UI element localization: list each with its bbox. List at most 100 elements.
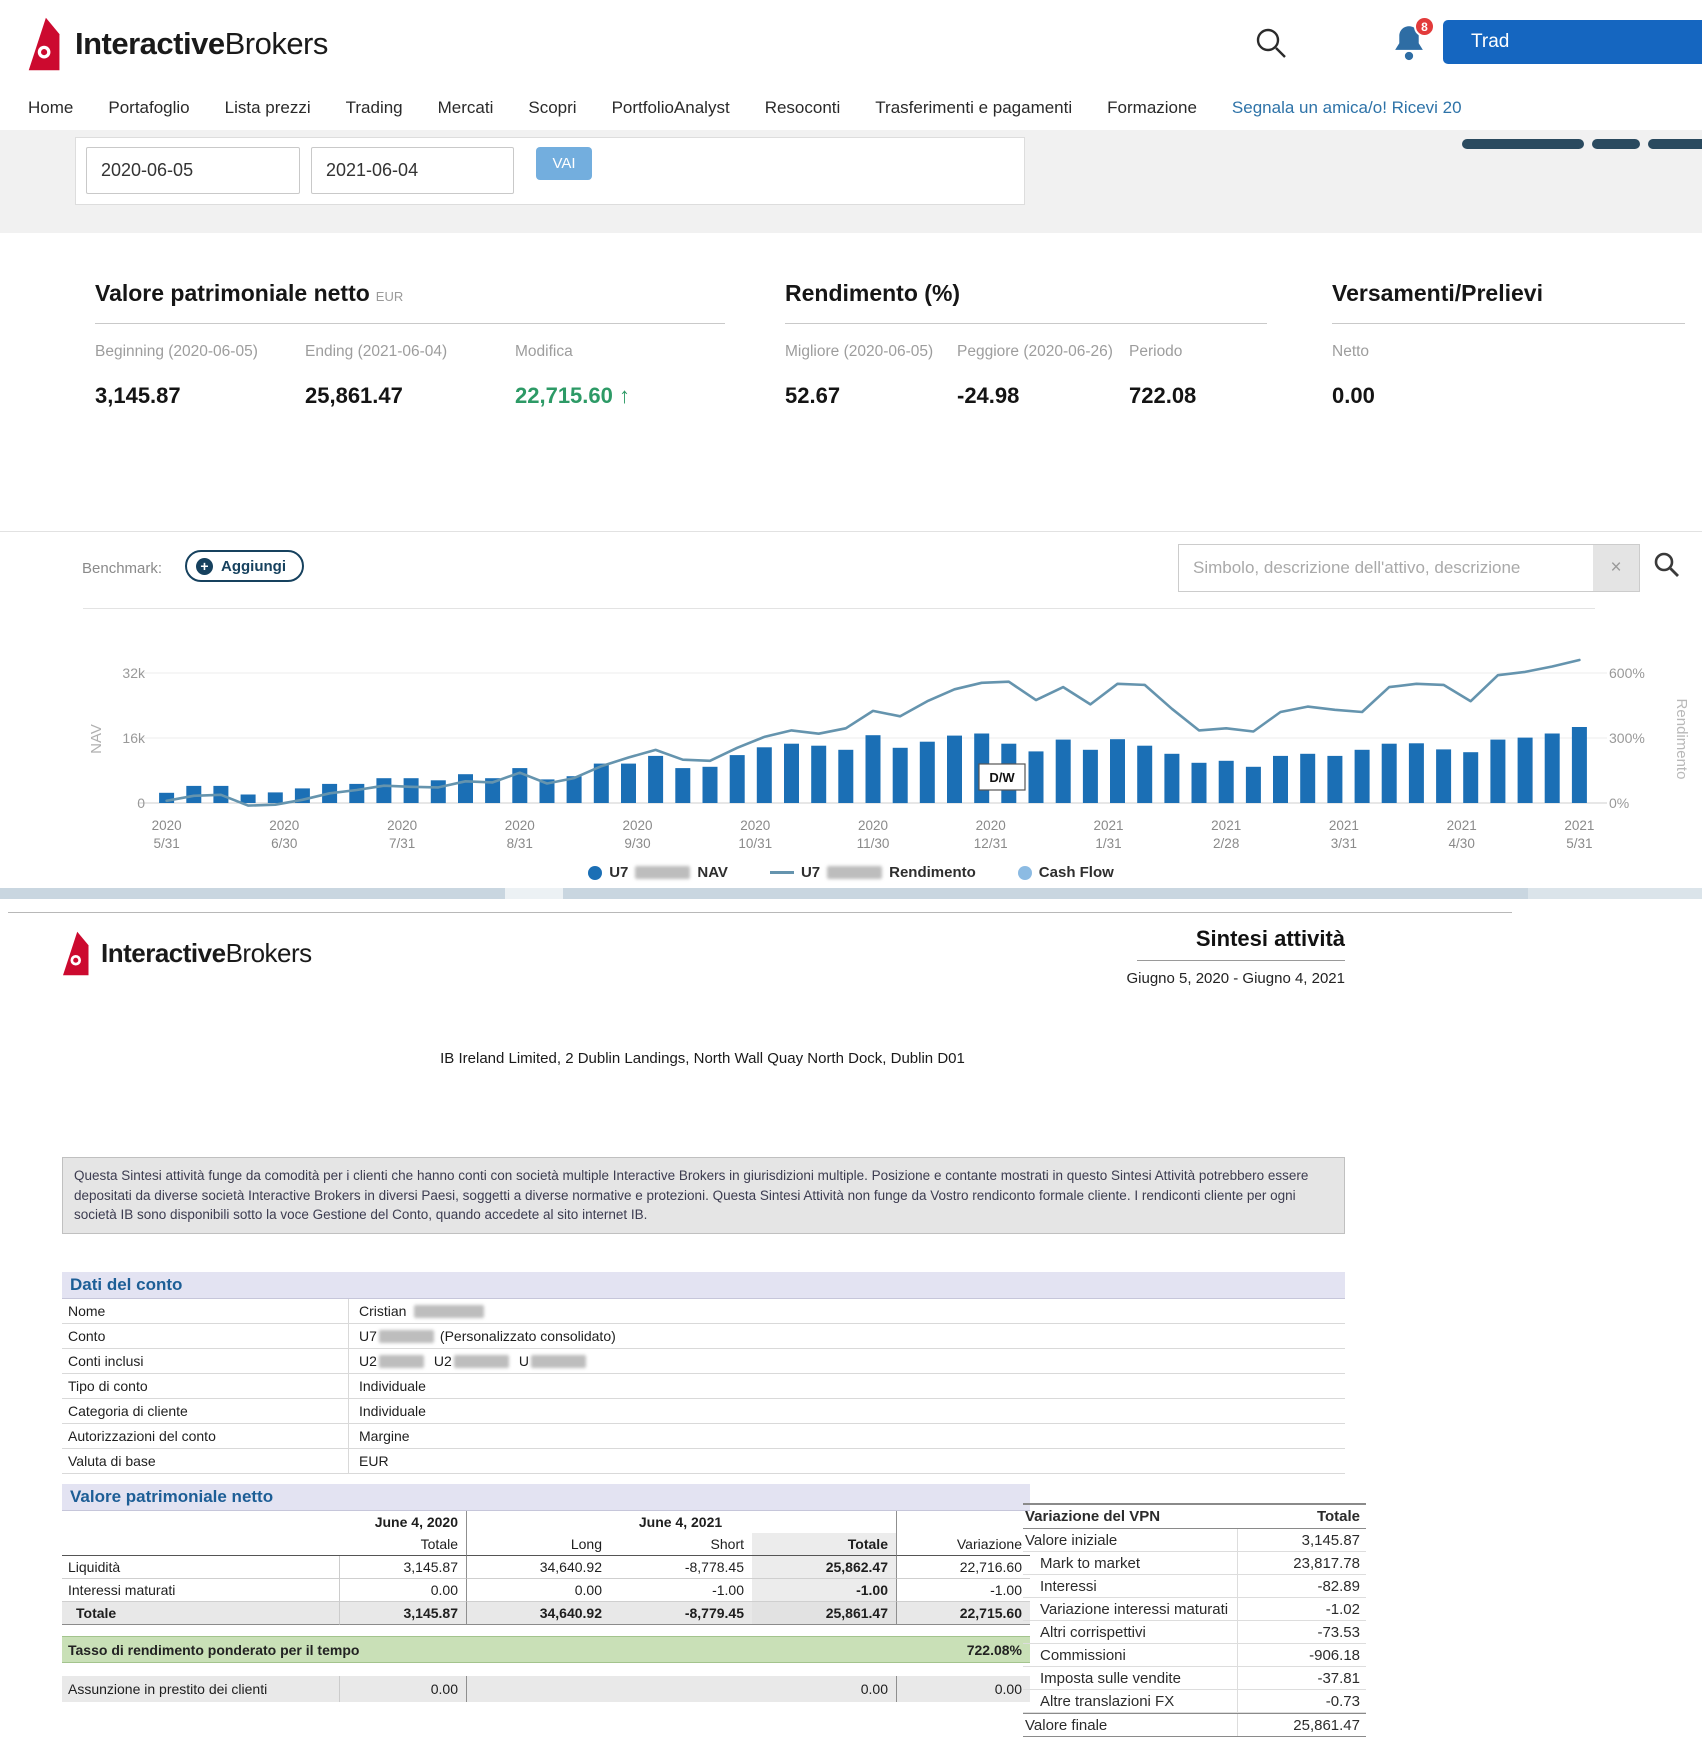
nav-table-title: Valore patrimoniale netto bbox=[62, 1484, 1030, 1511]
date-range-band: VAI bbox=[0, 130, 1702, 233]
nav-portfolioanalyst[interactable]: PortfolioAnalyst bbox=[612, 98, 730, 118]
vpn-table-header: Variazione del VPN Totale bbox=[1023, 1503, 1366, 1529]
cutoff-button-3[interactable] bbox=[1648, 139, 1702, 149]
svg-text:600%: 600% bbox=[1609, 665, 1645, 681]
svg-text:0: 0 bbox=[137, 795, 145, 811]
table-row: Altri corrispettivi-73.53 bbox=[1023, 1621, 1366, 1644]
main-nav: Home Portafoglio Lista prezzi Trading Me… bbox=[0, 85, 1702, 130]
nav-formazione[interactable]: Formazione bbox=[1107, 98, 1197, 118]
nav-referral-link[interactable]: Segnala un amica/o! Ricevi 20 bbox=[1232, 98, 1462, 118]
legend-cashflow[interactable]: Cash Flow bbox=[1018, 864, 1114, 881]
date-from-input[interactable] bbox=[86, 147, 300, 194]
nav-home[interactable]: Home bbox=[28, 98, 73, 118]
table-row: Valuta di base EUR bbox=[62, 1449, 1345, 1474]
benchmark-row: Benchmark: + Aggiungi × bbox=[0, 531, 1702, 608]
table-row: Commissioni-906.18 bbox=[1023, 1644, 1366, 1667]
plus-icon: + bbox=[196, 558, 213, 575]
svg-text:Rendimento: Rendimento bbox=[1673, 699, 1690, 780]
benchmark-search-icon[interactable] bbox=[1652, 550, 1686, 584]
time-weighted-return-row: Tasso di rendimento ponderato per il tem… bbox=[62, 1636, 1030, 1663]
nav-scopri[interactable]: Scopri bbox=[528, 98, 576, 118]
account-info-section: Dati del conto Nome Cristian Conto U7(Pe… bbox=[62, 1272, 1345, 1474]
search-icon[interactable] bbox=[1252, 24, 1290, 62]
stat-period: Periodo 722.08 bbox=[1129, 342, 1259, 409]
nav-trading[interactable]: Trading bbox=[346, 98, 403, 118]
svg-text:2020: 2020 bbox=[505, 818, 535, 833]
table-row: Valore iniziale3,145.87 bbox=[1023, 1529, 1366, 1552]
table-row: Categoria di cliente Individuale bbox=[62, 1399, 1345, 1424]
svg-text:2021: 2021 bbox=[1093, 818, 1123, 833]
svg-text:2020: 2020 bbox=[858, 818, 888, 833]
redacted-account-id bbox=[827, 866, 882, 879]
stat-beginning: Beginning (2020-06-05) 3,145.87 bbox=[95, 342, 305, 409]
benchmark-search-input[interactable] bbox=[1179, 545, 1593, 591]
stat-group-return: Rendimento (%) Migliore (2020-06-05) 52.… bbox=[785, 280, 1267, 409]
svg-text:2020: 2020 bbox=[387, 818, 417, 833]
svg-text:2020: 2020 bbox=[976, 818, 1006, 833]
chart-canvas[interactable]: 016k32kNAV0%300%600%Rendimento20205/3120… bbox=[83, 612, 1690, 862]
svg-text:10/31: 10/31 bbox=[738, 836, 772, 851]
cutoff-button-2[interactable] bbox=[1592, 139, 1640, 149]
table-row: Variazione interessi maturati-1.02 bbox=[1023, 1598, 1366, 1621]
stat-title-return: Rendimento (%) bbox=[785, 280, 1267, 324]
redacted-text bbox=[414, 1305, 484, 1318]
legend-rendimento[interactable]: U7 Rendimento bbox=[770, 864, 976, 881]
brand-bold: Interactive bbox=[75, 26, 225, 61]
stat-group-flows: Versamenti/Prelievi Netto 0.00 bbox=[1332, 280, 1685, 409]
svg-text:3/31: 3/31 bbox=[1331, 836, 1357, 851]
cutoff-button-1[interactable] bbox=[1462, 139, 1584, 149]
nav-mercati[interactable]: Mercati bbox=[438, 98, 494, 118]
svg-text:2/28: 2/28 bbox=[1213, 836, 1239, 851]
table-row: Conto U7(Personalizzato consolidato) bbox=[62, 1324, 1345, 1349]
add-benchmark-button[interactable]: + Aggiungi bbox=[185, 550, 304, 582]
table-row: Autorizzazioni del conto Margine bbox=[62, 1424, 1345, 1449]
vpn-change-table: Variazione del VPN Totale Valore inizial… bbox=[1023, 1503, 1366, 1737]
stat-title-flows: Versamenti/Prelievi bbox=[1332, 280, 1685, 324]
nav-portafoglio[interactable]: Portafoglio bbox=[108, 98, 189, 118]
svg-text:NAV: NAV bbox=[88, 724, 105, 754]
svg-text:5/31: 5/31 bbox=[1566, 836, 1592, 851]
table-total-row: Totale 3,145.87 34,640.92 -8,779.45 25,8… bbox=[62, 1602, 1030, 1625]
clear-search-button[interactable]: × bbox=[1593, 545, 1639, 591]
nav-resoconti[interactable]: Resoconti bbox=[765, 98, 841, 118]
brand-light: Brokers bbox=[225, 26, 328, 61]
notifications-bell[interactable]: 8 bbox=[1392, 22, 1438, 66]
scrollbar-thumb[interactable] bbox=[505, 888, 563, 899]
nav-trasferimenti[interactable]: Trasferimenti e pagamenti bbox=[875, 98, 1072, 118]
cashflow-series-dot-icon bbox=[1018, 866, 1032, 880]
date-to-input[interactable] bbox=[311, 147, 514, 194]
nav-lista-prezzi[interactable]: Lista prezzi bbox=[225, 98, 311, 118]
return-series-line-icon bbox=[770, 871, 794, 874]
svg-text:D/W: D/W bbox=[989, 770, 1015, 785]
activity-report: InteractiveBrokers Sintesi attività Giug… bbox=[0, 912, 1702, 1744]
notification-badge: 8 bbox=[1414, 16, 1435, 37]
svg-text:4/30: 4/30 bbox=[1449, 836, 1475, 851]
redacted-text bbox=[531, 1355, 586, 1368]
ib-logo[interactable]: InteractiveBrokers bbox=[25, 16, 328, 72]
svg-text:2021: 2021 bbox=[1564, 818, 1594, 833]
page: InteractiveBrokers 8 Trad Home Portafogl… bbox=[0, 0, 1702, 1744]
table-row: Nome Cristian bbox=[62, 1299, 1345, 1324]
nav-series-dot-icon bbox=[588, 866, 602, 880]
stat-worst: Peggiore (2020-06-26) -24.98 bbox=[957, 342, 1129, 409]
svg-text:2021: 2021 bbox=[1211, 818, 1241, 833]
table-row: Altre translazioni FX-0.73 bbox=[1023, 1690, 1366, 1713]
date-range-card: VAI bbox=[75, 137, 1025, 205]
svg-text:8/31: 8/31 bbox=[507, 836, 533, 851]
table-header: Totale Long Short Totale Variazione bbox=[62, 1533, 1030, 1556]
legend-nav[interactable]: U7 NAV bbox=[588, 864, 728, 881]
svg-text:5/31: 5/31 bbox=[153, 836, 179, 851]
table-row: Mark to market23,817.78 bbox=[1023, 1552, 1366, 1575]
trade-button[interactable]: Trad bbox=[1443, 20, 1702, 64]
nav-chart: 016k32kNAV0%300%600%Rendimento20205/3120… bbox=[0, 608, 1702, 888]
summary-stats: Valore patrimoniale nettoEUR Beginning (… bbox=[0, 233, 1702, 531]
table-row: Liquidità 3,145.87 34,640.92 -8,778.45 2… bbox=[62, 1556, 1030, 1579]
table-row: Tipo di conto Individuale bbox=[62, 1374, 1345, 1399]
horizontal-scrollbar[interactable] bbox=[0, 888, 1702, 899]
go-button[interactable]: VAI bbox=[536, 147, 592, 180]
svg-text:2021: 2021 bbox=[1447, 818, 1477, 833]
redacted-text bbox=[379, 1355, 424, 1368]
svg-text:300%: 300% bbox=[1609, 730, 1645, 746]
report-address: IB Ireland Limited, 2 Dublin Landings, N… bbox=[60, 1050, 1345, 1067]
svg-text:0%: 0% bbox=[1609, 795, 1629, 811]
